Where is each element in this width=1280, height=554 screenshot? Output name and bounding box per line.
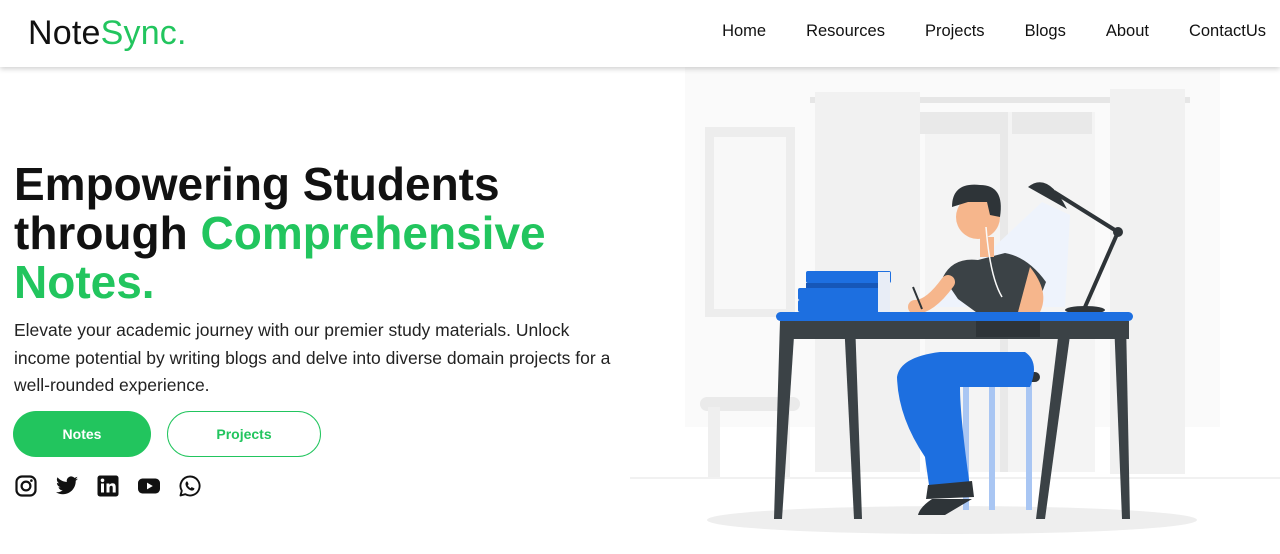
navbar: NoteSync. Home Resources Projects Blogs … [0,0,1280,67]
books [798,271,891,312]
social-links [14,474,219,498]
logo-accent-text: Sync. [100,14,187,52]
twitter-icon[interactable] [55,474,79,498]
hero-title-line1: Empowering Students [14,158,500,210]
nav-about[interactable]: About [1106,22,1149,41]
nav-resources[interactable]: Resources [806,22,885,41]
hero-description: Elevate your academic journey with our p… [14,320,611,395]
linkedin-icon[interactable] [96,474,120,498]
notes-button[interactable]: Notes [13,411,151,457]
nav-contactus[interactable]: ContactUs [1189,22,1266,41]
projects-button[interactable]: Projects [167,411,321,457]
nav-links: Home Resources Projects Blogs About Cont… [682,22,1266,41]
whatsapp-icon[interactable] [178,474,202,498]
hero-title: Empowering Students through Comprehensiv… [14,160,634,307]
nav-projects[interactable]: Projects [925,22,985,41]
youtube-icon[interactable] [137,474,161,498]
nav-home[interactable]: Home [722,22,766,41]
student-desk-illustration [630,67,1280,534]
instagram-icon[interactable] [14,474,38,498]
logo-main-text: Note [28,14,101,52]
logo[interactable]: NoteSync. [28,14,187,53]
hero-title-line2: through [14,207,201,259]
nav-blogs[interactable]: Blogs [1025,22,1066,41]
